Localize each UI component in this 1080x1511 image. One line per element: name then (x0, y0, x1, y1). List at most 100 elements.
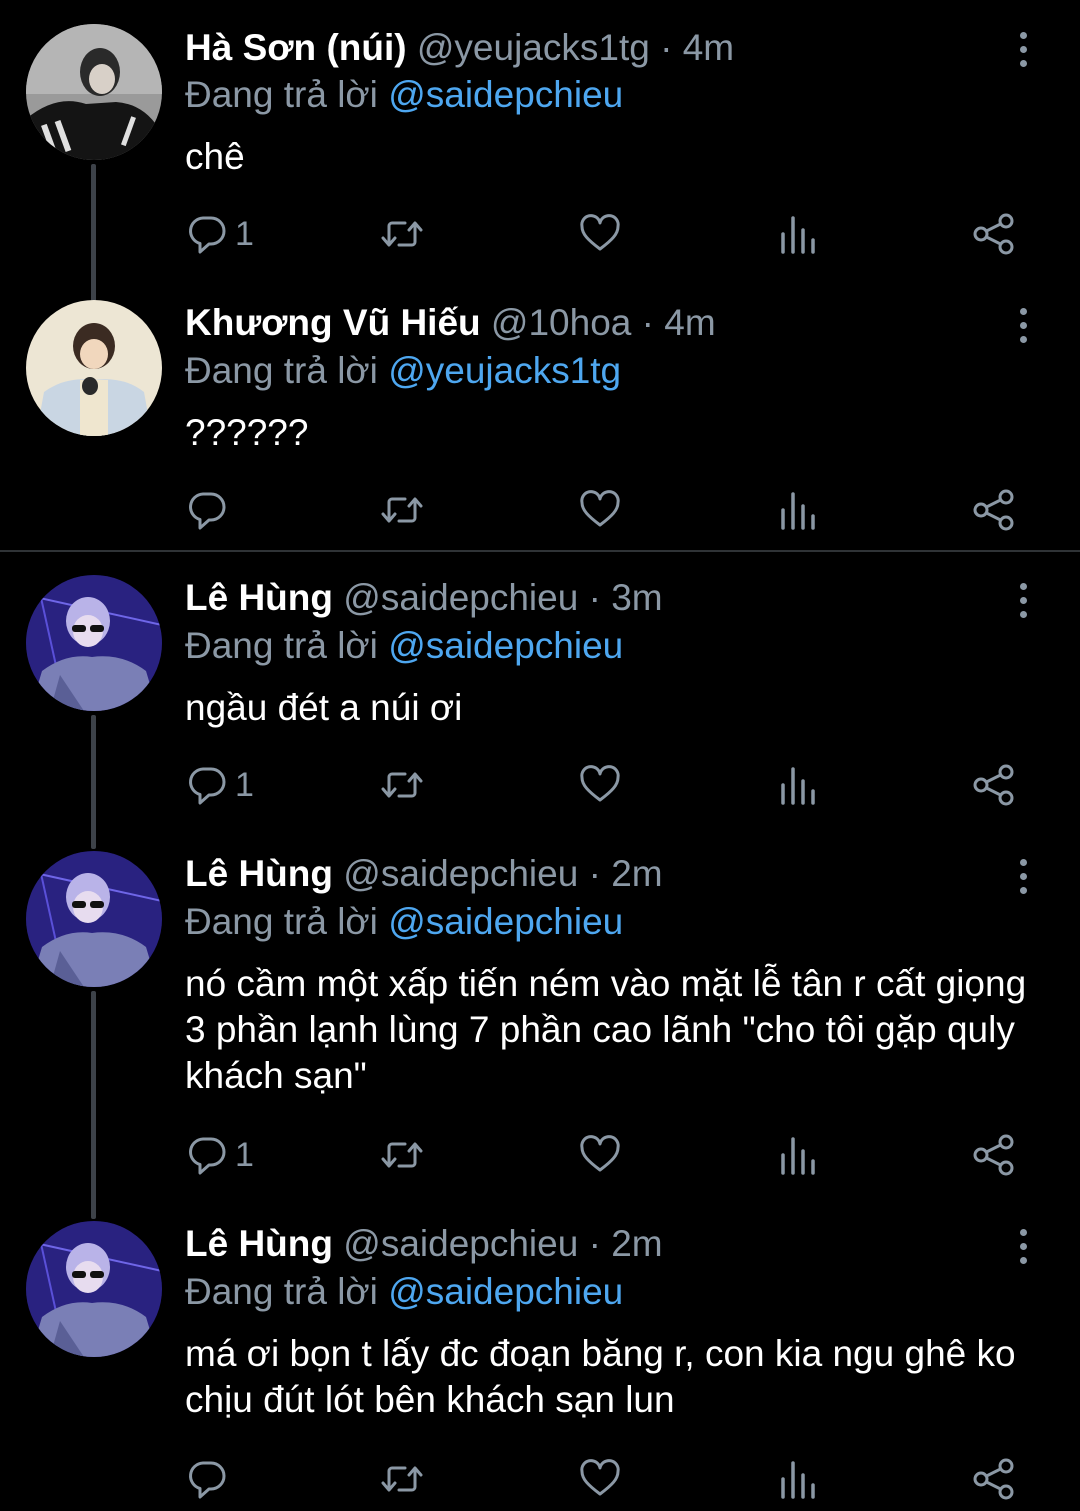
more-options-icon[interactable] (1008, 30, 1038, 70)
share-icon (972, 1457, 1016, 1501)
tweet-text: ?????? (185, 412, 309, 453)
like-icon (578, 212, 622, 256)
share-button[interactable] (972, 1133, 1016, 1183)
more-options-icon[interactable] (1008, 857, 1038, 897)
replying-to: Đang trả lời @saidepchieu (185, 1269, 623, 1315)
stats-icon (775, 1133, 819, 1177)
avatar[interactable] (26, 24, 162, 160)
reply-icon (185, 763, 229, 807)
reply-button[interactable]: 1 (185, 763, 254, 813)
thread-line (91, 991, 96, 1219)
like-icon (578, 488, 622, 532)
reply-button[interactable]: 1 (185, 212, 254, 262)
stats-button[interactable] (775, 488, 819, 538)
stats-button[interactable] (775, 1133, 819, 1183)
stats-icon (775, 1457, 819, 1501)
tweet-header: Lê Hùng @saidepchieu · 2m (185, 1221, 663, 1267)
tweet-text: chê (185, 136, 245, 177)
user-handle[interactable]: @saidepchieu (343, 1223, 578, 1264)
display-name[interactable]: Lê Hùng (185, 1223, 333, 1264)
tweet-actions: 1 (0, 212, 1080, 262)
display-name[interactable]: Khương Vũ Hiếu (185, 302, 481, 343)
share-button[interactable] (972, 1457, 1016, 1507)
retweet-button[interactable] (380, 763, 424, 813)
tweet-header: Hà Sơn (núi) @yeujacks1tg · 4m (185, 25, 734, 71)
retweet-button[interactable] (380, 1457, 424, 1507)
timestamp[interactable]: 2m (611, 853, 662, 894)
reply-icon (185, 488, 229, 532)
display-name[interactable]: Lê Hùng (185, 853, 333, 894)
reply-icon (185, 1133, 229, 1177)
like-button[interactable] (578, 212, 622, 262)
retweet-icon (380, 763, 424, 807)
timestamp[interactable]: 3m (611, 577, 662, 618)
mention-link[interactable]: @saidepchieu (388, 901, 623, 942)
reply-count: 1 (235, 766, 254, 804)
like-icon (578, 1133, 622, 1177)
share-button[interactable] (972, 488, 1016, 538)
share-icon (972, 1133, 1016, 1177)
stats-icon (775, 212, 819, 256)
mention-link[interactable]: @saidepchieu (388, 1271, 623, 1312)
reply-count: 1 (235, 1136, 254, 1174)
separator-dot: · (588, 1223, 601, 1264)
replying-to: Đang trả lời @saidepchieu (185, 72, 623, 118)
replying-to-label: Đang trả lời (185, 1271, 389, 1312)
retweet-icon (380, 212, 424, 256)
display-name[interactable]: Hà Sơn (núi) (185, 27, 407, 68)
avatar[interactable] (26, 1221, 162, 1357)
replying-to-label: Đang trả lời (185, 625, 389, 666)
separator-dot: · (588, 853, 601, 894)
like-button[interactable] (578, 763, 622, 813)
like-button[interactable] (578, 1133, 622, 1183)
timestamp[interactable]: 2m (611, 1223, 662, 1264)
user-handle[interactable]: @saidepchieu (343, 577, 578, 618)
replying-to-label: Đang trả lời (185, 901, 389, 942)
separator-dot: · (588, 577, 601, 618)
like-button[interactable] (578, 488, 622, 538)
tweet-actions (0, 1457, 1080, 1507)
mention-link[interactable]: @saidepchieu (388, 625, 623, 666)
separator-dot: · (660, 27, 673, 68)
reply-button[interactable]: 1 (185, 1133, 254, 1183)
tweet-header: Lê Hùng @saidepchieu · 2m (185, 851, 663, 897)
more-options-icon[interactable] (1008, 581, 1038, 621)
reply-icon (185, 212, 229, 256)
mention-link[interactable]: @saidepchieu (388, 74, 623, 115)
avatar[interactable] (26, 575, 162, 711)
replying-to-label: Đang trả lời (185, 350, 389, 391)
share-button[interactable] (972, 212, 1016, 262)
like-button[interactable] (578, 1457, 622, 1507)
retweet-icon (380, 488, 424, 532)
like-icon (578, 1457, 622, 1501)
retweet-button[interactable] (380, 488, 424, 538)
timestamp[interactable]: 4m (683, 27, 734, 68)
stats-button[interactable] (775, 763, 819, 813)
more-options-icon[interactable] (1008, 306, 1038, 346)
retweet-button[interactable] (380, 1133, 424, 1183)
retweet-button[interactable] (380, 212, 424, 262)
avatar[interactable] (26, 851, 162, 987)
stats-button[interactable] (775, 1457, 819, 1507)
retweet-icon (380, 1133, 424, 1177)
stats-button[interactable] (775, 212, 819, 262)
avatar[interactable] (26, 300, 162, 436)
display-name[interactable]: Lê Hùng (185, 577, 333, 618)
tweet-text: má ơi bọn t lấy đc đoạn băng r, con kia … (185, 1333, 1016, 1420)
share-button[interactable] (972, 763, 1016, 813)
mention-link[interactable]: @yeujacks1tg (388, 350, 621, 391)
share-icon (972, 488, 1016, 532)
thread-divider (0, 550, 1080, 552)
tweet-header: Lê Hùng @saidepchieu · 3m (185, 575, 663, 621)
tweet-header: Khương Vũ Hiếu @10hoa · 4m (185, 300, 716, 346)
user-handle[interactable]: @saidepchieu (343, 853, 578, 894)
user-handle[interactable]: @10hoa (491, 302, 631, 343)
share-icon (972, 763, 1016, 807)
more-options-icon[interactable] (1008, 1227, 1038, 1267)
reply-button[interactable] (185, 488, 229, 538)
like-icon (578, 763, 622, 807)
user-handle[interactable]: @yeujacks1tg (417, 27, 650, 68)
timestamp[interactable]: 4m (664, 302, 715, 343)
stats-icon (775, 488, 819, 532)
reply-button[interactable] (185, 1457, 229, 1507)
